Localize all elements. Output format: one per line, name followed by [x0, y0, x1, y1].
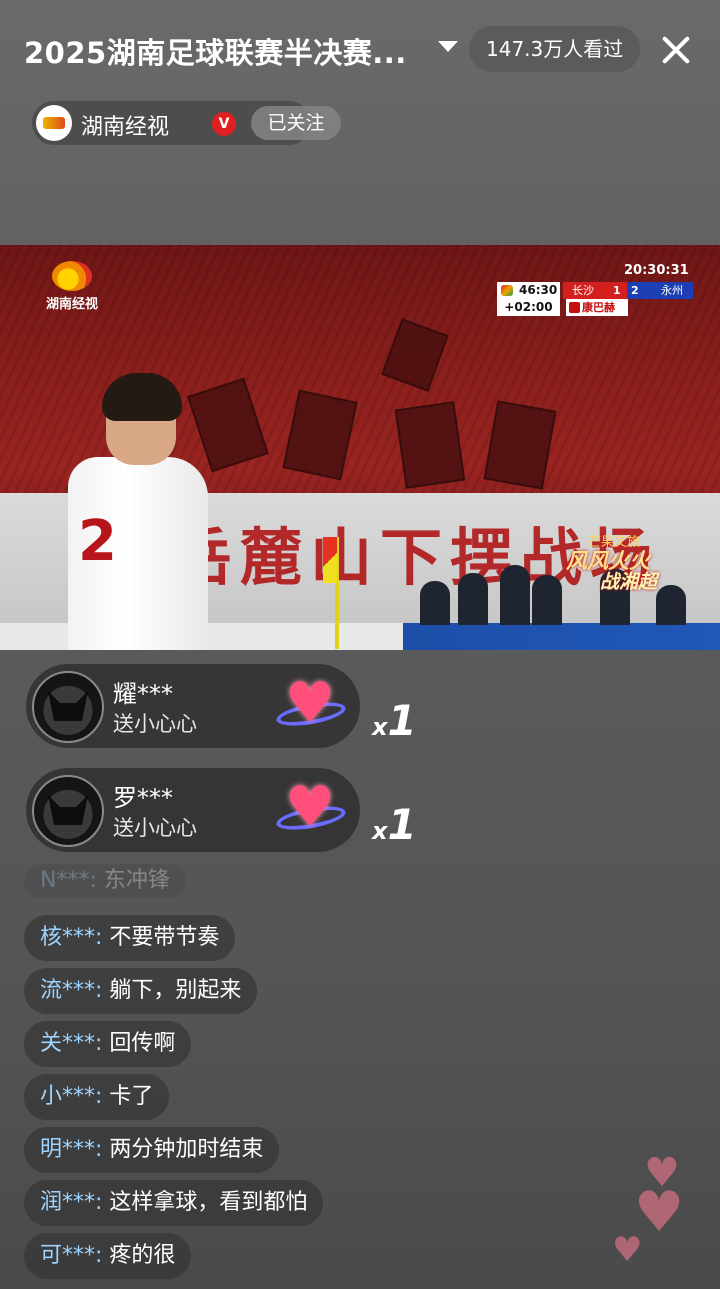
chat-username: 明***: [40, 1137, 103, 1162]
chat-message[interactable]: 小***: 卡了 [24, 1074, 170, 1120]
broadcaster-logo: 湖南经视 [36, 261, 108, 312]
crowd-flag [394, 401, 466, 489]
chat-text: 回传啊 [109, 1031, 176, 1056]
gift-notification: 罗*** 送小心心 ♥ [26, 768, 360, 852]
mango-logo-icon [52, 261, 92, 291]
promo-overlay: 芒果文旅 风风火火 战湘超 [566, 531, 692, 593]
live-video-player[interactable]: 岳麓山下摆战场 2 湖南经视 20:30:31 46:30 长沙 1 2 永州 … [0, 245, 720, 650]
corner-flag [323, 537, 339, 649]
chat-username: 可***: [40, 1243, 103, 1268]
chat-message[interactable]: 流***: 躺下，别起来 [24, 968, 258, 1014]
chat-message[interactable]: 润***: 这样拿球，看到都怕 [24, 1180, 324, 1226]
away-team: 2 永州 [627, 282, 693, 299]
gift-description: 送小心心 [113, 816, 197, 840]
viewer-count-badge[interactable]: 147.3万人看过 [469, 26, 641, 72]
away-score: 2 [631, 284, 639, 297]
chat-message[interactable]: N***: 东冲锋 [24, 864, 186, 898]
stream-title[interactable]: 2025湖南足球联赛半决赛... [24, 30, 424, 72]
broadcast-clock: 20:30:31 [624, 263, 689, 278]
broadcaster-logo-text: 湖南经视 [45, 297, 98, 312]
chat-username: N***: [40, 868, 97, 893]
scoreboard: 46:30 长沙 1 2 永州 +02:00 康巴赫 [497, 282, 693, 316]
chat-username: 流***: [40, 978, 103, 1003]
away-team-name: 永州 [661, 284, 683, 297]
chat-username: 核***: [40, 925, 103, 950]
crowd-flag [282, 389, 358, 481]
chat-message[interactable]: 可***: 疼的很 [24, 1233, 192, 1279]
chat-text: 不要带节奏 [109, 925, 220, 950]
chat-text: 这样拿球，看到都怕 [109, 1190, 308, 1215]
home-team-name: 长沙 [572, 284, 594, 297]
gift-count: x1 [372, 696, 417, 745]
home-score: 1 [613, 284, 621, 297]
heart-icon: ♥ [612, 1230, 643, 1270]
gift-sender-name: 罗*** [113, 784, 173, 812]
user-avatar[interactable] [32, 671, 104, 743]
crowd-flag [483, 400, 557, 490]
chat-text: 躺下，别起来 [109, 978, 242, 1003]
chat-username: 小***: [40, 1084, 103, 1109]
chat-text: 东冲锋 [103, 868, 170, 893]
channel-name[interactable]: 湖南经视 [81, 109, 169, 141]
home-team: 长沙 1 [563, 282, 627, 299]
channel-pill[interactable]: 湖南经视 V 已关注 [32, 101, 341, 145]
chat-message[interactable]: 明***: 两分钟加时结束 [24, 1127, 280, 1173]
player: 2 [66, 373, 216, 650]
heart-gift-icon: ♥ [274, 674, 348, 740]
match-time: 46:30 [497, 282, 560, 299]
gift-description: 送小心心 [113, 712, 197, 736]
promo-line3: 战湘超 [600, 571, 658, 593]
chat-text: 两分钟加时结束 [109, 1137, 264, 1162]
chat-text: 疼的很 [109, 1243, 176, 1268]
heart-gift-icon: ♥ [274, 778, 348, 844]
gift-notification: 耀*** 送小心心 ♥ [26, 664, 360, 748]
added-time: +02:00 [497, 299, 560, 316]
sponsor-label: 康巴赫 [566, 299, 628, 316]
top-bar: 2025湖南足球联赛半决赛... 147.3万人看过 [0, 0, 720, 100]
chat-username: 关***: [40, 1031, 103, 1056]
follow-button[interactable]: 已关注 [251, 106, 341, 140]
floating-hearts: ♥ ♥ ♥ [600, 1150, 710, 1280]
close-icon[interactable] [656, 30, 696, 70]
chat-message[interactable]: 关***: 回传啊 [24, 1021, 192, 1067]
chat-message[interactable]: 核***: 不要带节奏 [24, 915, 236, 961]
channel-logo-icon [43, 117, 65, 129]
chevron-down-icon[interactable] [438, 41, 458, 52]
chat-text: 卡了 [109, 1084, 154, 1109]
gift-count: x1 [372, 800, 417, 849]
crowd-flag [381, 318, 449, 392]
user-avatar[interactable] [32, 775, 104, 847]
gift-sender-name: 耀*** [113, 680, 173, 708]
channel-avatar[interactable] [36, 105, 72, 141]
chat-username: 润***: [40, 1190, 103, 1215]
jersey-number: 2 [78, 509, 117, 574]
verified-icon: V [212, 112, 236, 136]
